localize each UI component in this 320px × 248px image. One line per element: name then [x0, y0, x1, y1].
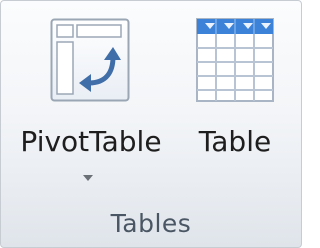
tables-ribbon-group: PivotTable Table Tables [0, 0, 302, 248]
pivot-table-button[interactable]: PivotTable [7, 11, 175, 183]
pivot-table-label: PivotTable [20, 125, 162, 158]
group-label: Tables [110, 209, 192, 238]
table-label: Table [198, 125, 272, 158]
pivot-table-icon [50, 18, 130, 102]
table-icon [196, 18, 274, 102]
chevron-down-icon[interactable] [83, 175, 93, 181]
table-button[interactable]: Table [183, 11, 287, 161]
